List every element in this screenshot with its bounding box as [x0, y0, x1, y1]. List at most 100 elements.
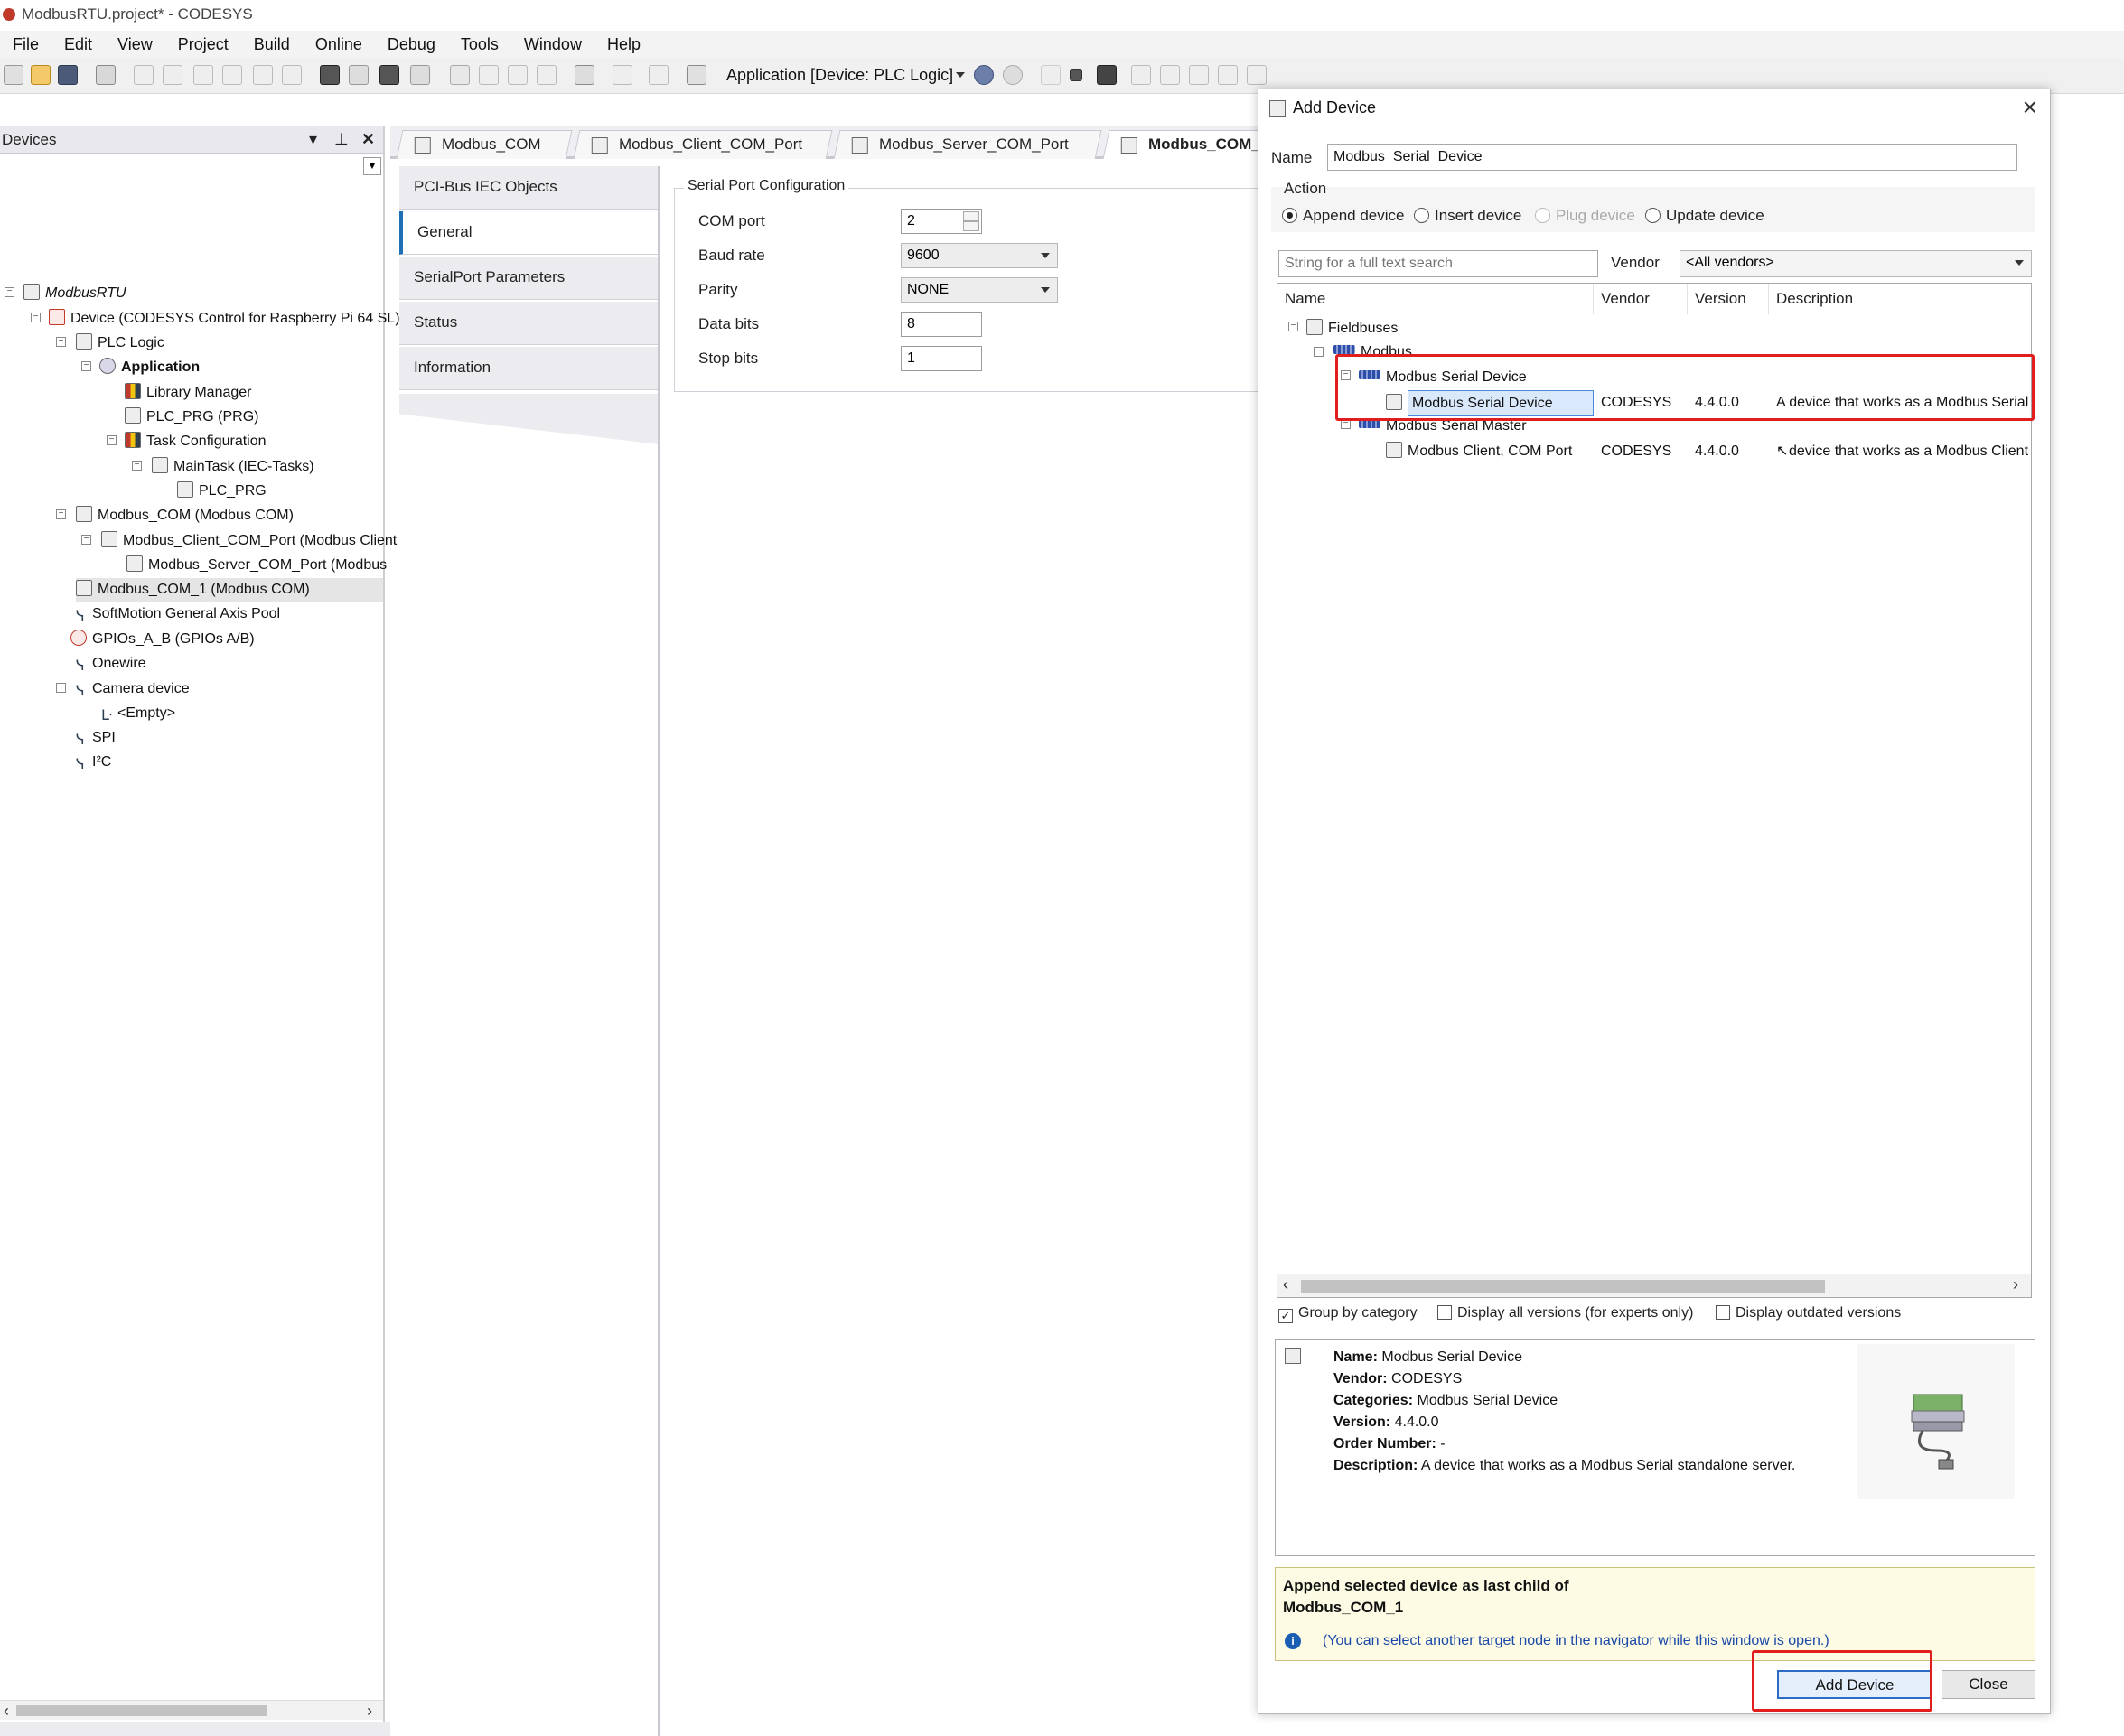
tree-item-onewire[interactable]: ᓭ Onewire — [76, 652, 146, 676]
tree-item-application[interactable]: Application — [99, 356, 200, 379]
chevron-down-icon[interactable] — [956, 72, 965, 78]
menu-file[interactable]: File — [13, 35, 39, 54]
scrollbar-thumb[interactable] — [1301, 1280, 1825, 1293]
delete-icon[interactable] — [282, 65, 302, 85]
tab-modbus-client-com-port[interactable]: Modbus_Client_COM_Port — [573, 130, 833, 159]
menu-project[interactable]: Project — [178, 35, 229, 54]
window-icon[interactable] — [575, 65, 594, 85]
tree-item-maintask[interactable]: MainTask (IEC-Tasks) — [152, 455, 314, 479]
tab-serialport-parameters[interactable]: SerialPort Parameters — [399, 257, 660, 300]
login-icon[interactable] — [974, 65, 994, 85]
collapse-icon[interactable]: − — [56, 509, 66, 519]
tree-item-modbus-com-1[interactable]: Modbus_COM_1 (Modbus COM) — [76, 578, 383, 602]
bookmark-icon[interactable] — [450, 65, 470, 85]
column-header-version[interactable]: Version — [1688, 284, 1769, 314]
open-folder-icon[interactable] — [31, 65, 51, 85]
collapse-icon[interactable]: − — [81, 535, 91, 545]
redo-icon[interactable] — [163, 65, 182, 85]
tree-item-camera-device[interactable]: ᓭ Camera device — [76, 677, 190, 701]
scroll-left-icon[interactable]: ‹ — [4, 1702, 9, 1721]
menu-tools[interactable]: Tools — [461, 35, 499, 54]
close-icon[interactable]: × — [2023, 93, 2037, 122]
spin-down-icon[interactable] — [963, 221, 979, 231]
tree-item-modbus-server-com-port[interactable]: Modbus_Server_COM_Port (Modbus — [126, 554, 387, 577]
parity-select[interactable]: NONE — [901, 277, 1058, 303]
menu-edit[interactable]: Edit — [64, 35, 92, 54]
device-name-input[interactable]: Modbus_Serial_Device — [1327, 144, 2017, 171]
menu-window[interactable]: Window — [524, 35, 582, 54]
cut-icon[interactable] — [193, 65, 213, 85]
tab-status[interactable]: Status — [399, 302, 660, 345]
radio-insert-device[interactable]: Insert device — [1414, 207, 1521, 225]
logout-icon[interactable] — [1003, 65, 1023, 85]
scrollbar-thumb[interactable] — [16, 1705, 267, 1716]
collapse-icon[interactable]: − — [56, 683, 66, 693]
bookmark-prev-icon[interactable] — [508, 65, 528, 85]
column-header-description[interactable]: Description — [1769, 284, 2031, 314]
export-icon[interactable] — [649, 65, 669, 85]
new-file-icon[interactable] — [4, 65, 23, 85]
bookmark-next-icon[interactable] — [479, 65, 499, 85]
find-icon[interactable] — [320, 65, 340, 85]
tab-modbus-com[interactable]: Modbus_COM — [396, 130, 573, 159]
tab-pci-bus-iec-objects[interactable]: PCI-Bus IEC Objects — [399, 166, 660, 210]
close-button[interactable]: Close — [1942, 1670, 2035, 1699]
layout-icon[interactable] — [613, 65, 632, 85]
collapse-icon[interactable]: − — [31, 313, 41, 322]
list-item-fieldbuses[interactable]: Fieldbuses — [1306, 316, 1398, 341]
reset-icon[interactable] — [1097, 65, 1117, 85]
active-application-label[interactable]: Application [Device: PLC Logic] — [726, 66, 953, 85]
scroll-left-icon[interactable]: ‹ — [1283, 1275, 1288, 1294]
find-next-icon[interactable] — [379, 65, 399, 85]
menu-view[interactable]: View — [117, 35, 153, 54]
menu-online[interactable]: Online — [315, 35, 362, 54]
step-out-icon[interactable] — [1218, 65, 1238, 85]
save-icon[interactable] — [58, 65, 78, 85]
data-bits-input[interactable]: 8 — [901, 312, 982, 337]
tree-item-spi[interactable]: ᓭ SPI — [76, 726, 116, 750]
tree-item-plc-prg-call[interactable]: PLC_PRG — [177, 480, 267, 503]
collapse-icon[interactable]: − — [81, 361, 91, 371]
full-text-search-input[interactable] — [1278, 250, 1598, 277]
scroll-right-icon[interactable]: › — [367, 1702, 372, 1721]
tree-item-project[interactable]: ModbusRTU — [23, 282, 126, 305]
tab-modbus-server-com-port[interactable]: Modbus_Server_COM_Port — [833, 130, 1102, 159]
tree-item-library-manager[interactable]: Library Manager — [125, 381, 252, 405]
menu-help[interactable]: Help — [607, 35, 641, 54]
pin-icon[interactable]: ⊥ — [334, 130, 349, 149]
collapse-icon[interactable]: − — [132, 461, 142, 471]
menu-debug[interactable]: Debug — [388, 35, 435, 54]
tree-item-softmotion[interactable]: ᓭ SoftMotion General Axis Pool — [76, 602, 280, 626]
devices-horizontal-scrollbar[interactable]: ‹ › — [0, 1700, 383, 1720]
spin-up-icon[interactable] — [963, 211, 979, 221]
checkbox-display-all-versions[interactable]: Display all versions (for experts only) — [1437, 1305, 1693, 1321]
tab-modbus-com-1[interactable]: Modbus_COM_1 — [1102, 130, 1270, 159]
tree-item-empty[interactable]: ᒷ <Empty> — [101, 702, 175, 725]
tree-item-gpios[interactable]: GPIOs_A_B (GPIOs A/B) — [70, 628, 255, 651]
step-into-icon[interactable] — [1189, 65, 1209, 85]
radio-append-device[interactable]: Append device — [1282, 207, 1404, 225]
tree-item-plc-logic[interactable]: PLC Logic — [76, 331, 164, 355]
checkbox-group-by-category[interactable]: ✓ Group by category — [1278, 1305, 1418, 1323]
tree-item-plc-prg[interactable]: PLC_PRG (PRG) — [125, 406, 258, 429]
tree-item-device[interactable]: Device (CODESYS Control for Raspberry Pi… — [49, 307, 400, 331]
tree-item-modbus-client-com-port[interactable]: Modbus_Client_COM_Port (Modbus Client — [101, 529, 397, 553]
tree-dropdown-icon[interactable]: ▼ — [363, 157, 381, 175]
calendar-icon[interactable] — [687, 65, 706, 85]
radio-update-device[interactable]: Update device — [1645, 207, 1764, 225]
tree-item-modbus-com[interactable]: Modbus_COM (Modbus COM) — [76, 504, 294, 527]
list-item-modbus-client-com-port[interactable]: Modbus Client, COM Port — [1386, 439, 1572, 463]
stop-icon[interactable] — [1070, 69, 1082, 81]
step-over-icon[interactable] — [1160, 65, 1180, 85]
collapse-icon[interactable]: − — [107, 435, 117, 445]
play-icon[interactable] — [1041, 65, 1061, 85]
print-icon[interactable] — [96, 65, 116, 85]
scroll-right-icon[interactable]: › — [2013, 1275, 2018, 1294]
collapse-icon[interactable]: − — [1314, 347, 1324, 357]
tree-item-i2c[interactable]: ᓭ I²C — [76, 751, 111, 774]
baud-rate-select[interactable]: 9600 — [901, 243, 1058, 268]
replace-icon[interactable] — [349, 65, 369, 85]
cursor-step-icon[interactable] — [1247, 65, 1267, 85]
column-header-name[interactable]: Name — [1277, 284, 1594, 314]
tab-general[interactable]: General — [399, 211, 660, 255]
